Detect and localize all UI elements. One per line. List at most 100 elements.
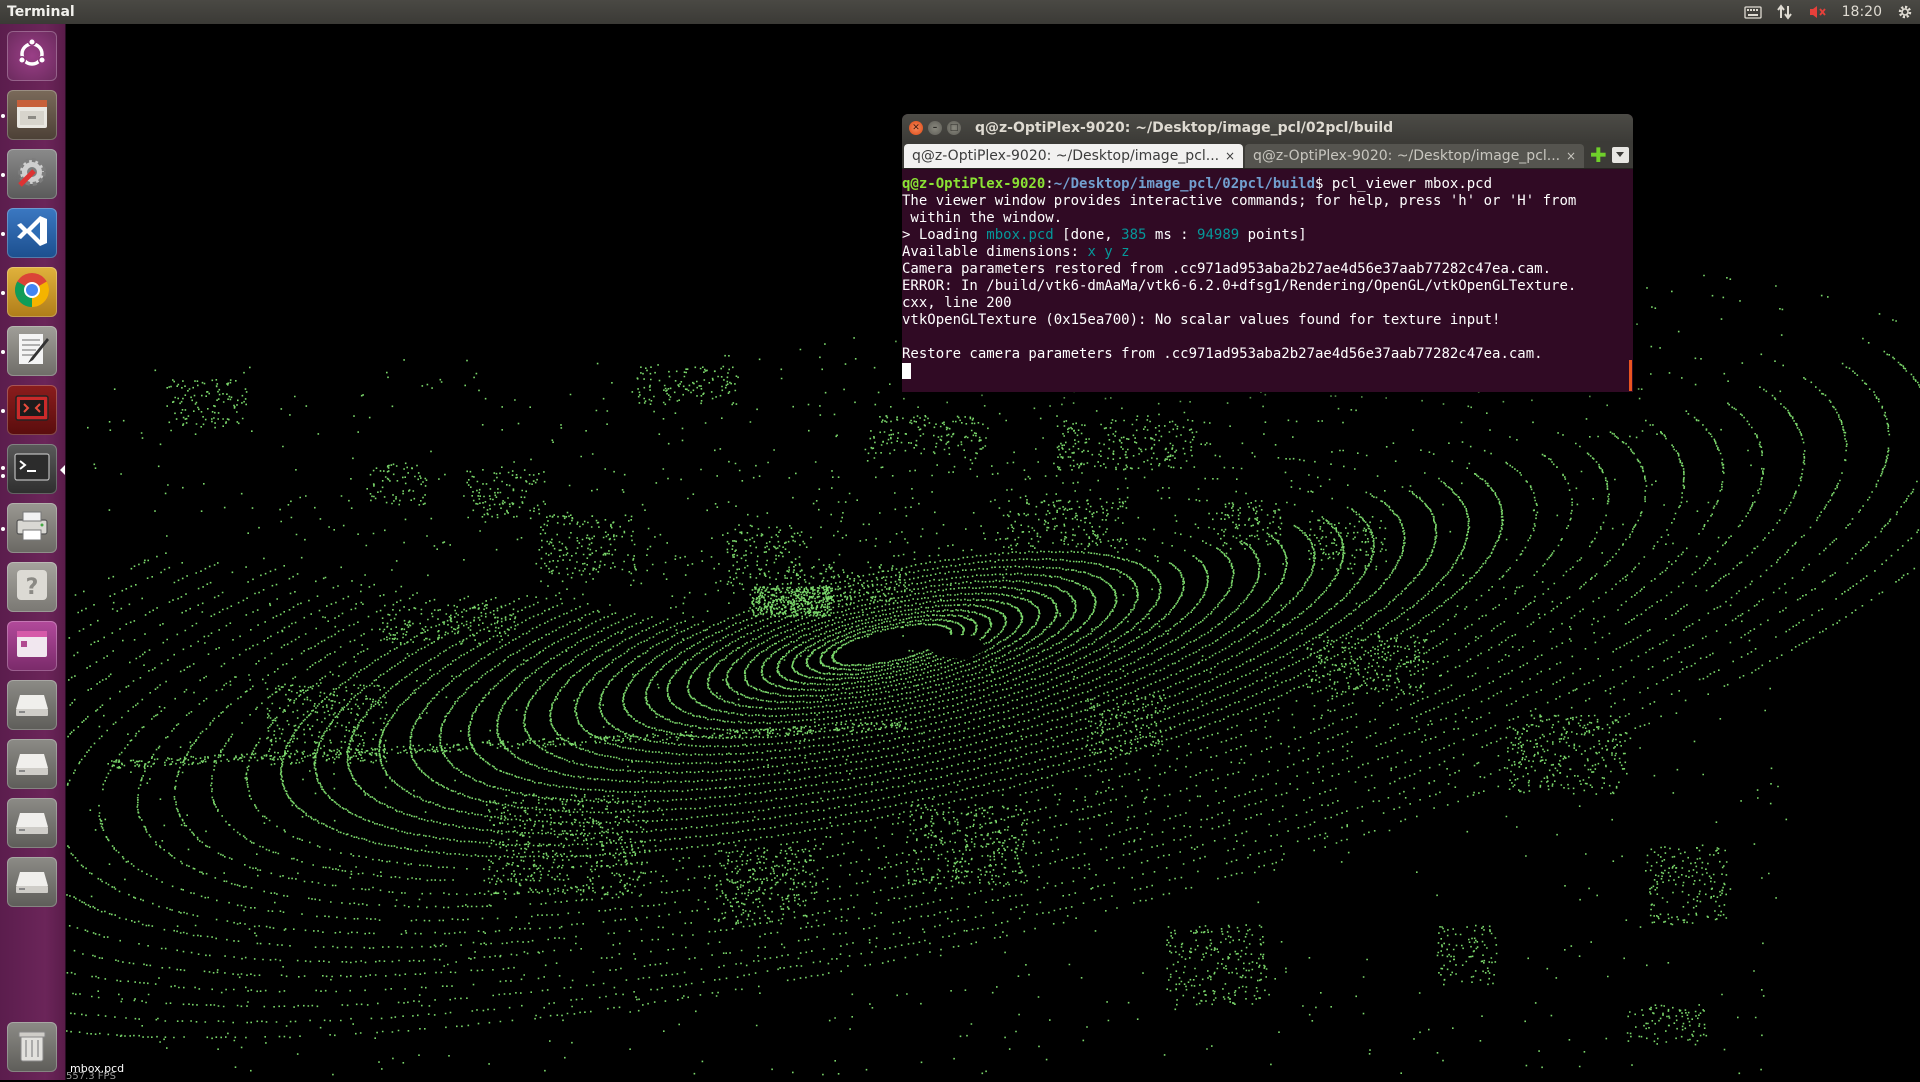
output-line: within the window. [902,210,1063,226]
workspace-switcher-icon [12,624,52,668]
loading-ms: 385 [1121,227,1147,243]
running-indicator [1,466,5,470]
loading-text: ms : [1146,227,1198,243]
launcher-vscode[interactable] [7,208,57,258]
gear-icon[interactable] [1896,3,1914,21]
terminal-tab-active[interactable]: q@z-OptiPlex-9020: ~/Desktop/image_pcl..… [904,144,1243,168]
cursor-line [902,363,1633,380]
terminal-window[interactable]: ✕ – □ q@z-OptiPlex-9020: ~/Desktop/image… [902,114,1633,392]
tab-label: q@z-OptiPlex-9020: ~/Desktop/image_pcl..… [1253,148,1561,164]
tab-list-dropdown-icon[interactable] [1612,147,1629,163]
running-indicator [1,527,5,531]
running-indicator [1,474,5,478]
launcher: ? [0,24,66,1080]
output-line: Camera parameters restored from .cc971ad… [902,261,1552,277]
prompt-user: q@z-OptiPlex-9020 [902,176,1046,192]
maximize-window-button[interactable]: □ [947,121,961,135]
close-tab-icon[interactable]: × [1225,144,1235,168]
launcher-files[interactable] [7,90,57,140]
loading-file: mbox.pcd [986,227,1054,243]
scrollbar-indicator[interactable] [1629,360,1632,391]
volume-muted-icon[interactable] [1808,4,1828,20]
maximize-icon: □ [949,123,959,133]
chrome-icon [12,270,52,314]
output-line: Restore camera parameters from .cc971ad9… [902,346,1543,362]
launcher-printer[interactable] [7,503,57,553]
loading-text: [done, [1053,227,1122,243]
dimensions-line: Available dimensions: x y z [902,244,1633,261]
launcher-terminal[interactable] [7,444,57,494]
drive-icon [12,801,52,845]
dims-value: x y z [1087,244,1130,260]
running-indicator [1,114,5,118]
launcher-workspace-switcher[interactable] [7,621,57,671]
error-line: ERROR: In /build/vtk6-dmAaMa/vtk6-6.2.0+… [902,278,1577,294]
tab-label: q@z-OptiPlex-9020: ~/Desktop/image_pcl..… [912,148,1220,164]
vscode-icon [13,212,51,254]
new-tab-plus-icon[interactable]: ✚ [1590,145,1607,165]
sensor-origin-gap [924,634,988,660]
output-line: vtkOpenGLTexture (0x15ea700): No scalar … [902,312,1501,328]
command-text: pcl_viewer mbox.pcd [1323,176,1493,192]
minimize-icon: – [932,123,938,133]
keyboard-icon[interactable] [1743,5,1762,19]
running-indicator [1,173,5,177]
launcher-drive-1[interactable] [7,680,57,730]
fps-label: 557.3 FPS [66,1071,116,1082]
launcher-drive-2[interactable] [7,739,57,789]
prompt-path: ~/Desktop/image_pcl/02pcl/build [1053,176,1316,192]
file-cabinet-icon [13,94,51,136]
drive-icon [12,860,52,904]
trash-icon [12,1025,52,1069]
focused-app-arrow [60,465,65,475]
launcher-help[interactable]: ? [7,562,57,612]
text-cursor [902,363,911,379]
settings-wrench-icon [12,152,52,196]
close-tab-icon[interactable]: × [1566,144,1576,168]
app-title: Terminal [7,4,75,20]
launcher-trash[interactable] [7,1022,57,1072]
drive-icon [12,683,52,727]
dash-button[interactable] [7,31,57,81]
help-icon: ? [12,565,52,609]
dims-label: Available dimensions: [902,244,1088,260]
launcher-drive-4[interactable] [7,857,57,907]
terminal-tab[interactable]: q@z-OptiPlex-9020: ~/Desktop/image_pcl..… [1245,144,1584,168]
loading-points: 94989 [1197,227,1240,243]
output-line: cxx, line 200 [902,295,1012,311]
loading-line: > Loading mbox.pcd [done, 385 ms : 94989… [902,227,1633,244]
running-indicator [1,350,5,354]
prompt-line: q@z-OptiPlex-9020:~/Desktop/image_pcl/02… [902,176,1633,193]
minimize-window-button[interactable]: – [928,121,942,135]
terminal-output[interactable]: q@z-OptiPlex-9020:~/Desktop/image_pcl/02… [902,169,1633,380]
loading-prefix: > Loading [902,227,987,243]
text-editor-icon [13,330,51,372]
tab-bar: q@z-OptiPlex-9020: ~/Desktop/image_pcl..… [902,142,1633,169]
svg-text:?: ? [26,575,39,600]
ubuntu-logo-icon [15,37,49,75]
indicator-area: 18:20 [1743,0,1914,24]
running-indicator [1,409,5,413]
running-indicator [1,291,5,295]
output-line: The viewer window provides interactive c… [902,193,1577,209]
prompt-colon: : [1045,176,1054,192]
running-indicator [1,232,5,236]
window-title: q@z-OptiPlex-9020: ~/Desktop/image_pcl/0… [975,120,1394,136]
window-title-bar[interactable]: ✕ – □ q@z-OptiPlex-9020: ~/Desktop/image… [902,114,1633,142]
close-icon: ✕ [912,123,920,133]
launcher-drive-3[interactable] [7,798,57,848]
terminal-icon [12,447,52,491]
drive-icon [12,742,52,786]
loading-text: points] [1239,227,1307,243]
launcher-system-settings[interactable] [7,149,57,199]
close-window-button[interactable]: ✕ [909,121,923,135]
network-icon[interactable] [1776,3,1794,21]
printer-icon [12,506,52,550]
top-panel: Terminal 18:20 [0,0,1920,24]
clock[interactable]: 18:20 [1842,0,1882,24]
launcher-chrome[interactable] [7,267,57,317]
launcher-text-editor[interactable] [7,326,57,376]
launcher-remote-desktop[interactable] [7,385,57,435]
remote-desktop-icon [12,388,52,432]
